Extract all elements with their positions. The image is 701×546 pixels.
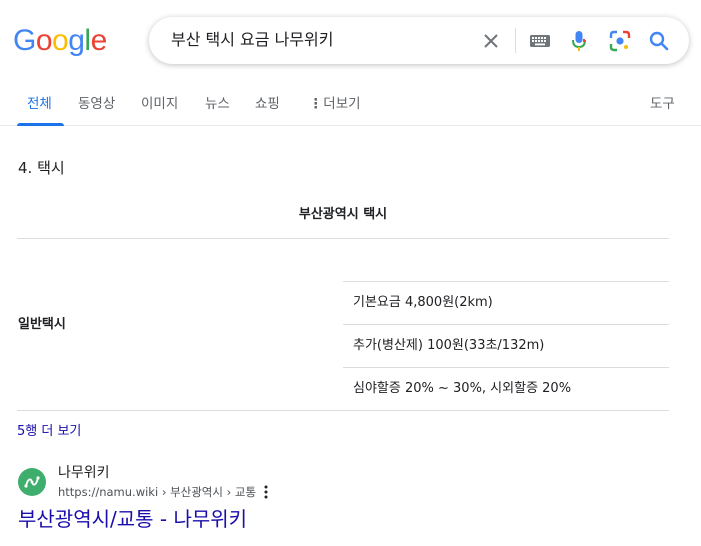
more-rows-link[interactable]: 5행 더 보기 xyxy=(17,424,81,440)
tab-videos[interactable]: 동영상 xyxy=(78,96,115,112)
tab-more[interactable]: ⋮ 더보기 xyxy=(309,96,361,112)
table-cell: 심야할증 20% ~ 30%, 시외할증 20% xyxy=(353,381,572,396)
microphone-icon[interactable] xyxy=(567,29,591,53)
search-input[interactable]: 부산 택시 요금 나무위키 xyxy=(171,31,333,49)
table-cell-divider xyxy=(343,281,669,282)
search-divider xyxy=(515,28,516,53)
logo-letter: G xyxy=(13,24,36,57)
tab-news[interactable]: 뉴스 xyxy=(205,96,230,112)
search-box[interactable]: 부산 택시 요금 나무위키 xyxy=(149,17,689,64)
result-title-link[interactable]: 부산광역시/교통 - 나무위키 xyxy=(18,507,247,531)
lens-icon[interactable] xyxy=(608,29,632,53)
logo-letter: o xyxy=(52,24,69,57)
logo-letter: g xyxy=(68,24,85,57)
clear-icon[interactable] xyxy=(479,29,503,53)
tab-all[interactable]: 전체 xyxy=(27,96,52,112)
result-url[interactable]: https://namu.wiki › 부산광역시 › 교통 xyxy=(58,485,256,499)
table-caption: 부산광역시 택시 xyxy=(298,207,388,222)
result-site-name[interactable]: 나무위키 xyxy=(58,465,110,481)
search-tabs: 전체 동영상 이미지 뉴스 쇼핑 ⋮ 더보기 도구 xyxy=(0,86,701,126)
table-cell-divider xyxy=(343,324,669,325)
namuwiki-favicon[interactable] xyxy=(18,468,46,496)
active-tab-indicator xyxy=(17,123,64,126)
table-bottom-divider xyxy=(17,410,669,411)
logo-letter: o xyxy=(35,24,53,57)
table-cell: 추가(병산제) 100원(33초/132m) xyxy=(353,338,545,353)
google-logo[interactable]: Google xyxy=(13,26,107,56)
logo-letter: e xyxy=(90,24,108,57)
table-divider xyxy=(17,238,669,239)
tab-images[interactable]: 이미지 xyxy=(141,96,178,112)
table-cell-divider xyxy=(343,367,669,368)
more-vert-icon: ⋮ xyxy=(309,96,323,112)
more-options-icon[interactable] xyxy=(261,484,271,500)
table-cell: 기본요금 4,800원(2km) xyxy=(353,295,493,310)
search-icon[interactable] xyxy=(647,29,671,53)
keyboard-icon[interactable] xyxy=(528,29,552,53)
snippet-heading: 4. 택시 xyxy=(18,159,65,177)
tab-shopping[interactable]: 쇼핑 xyxy=(255,96,280,112)
table-row-header: 일반택시 xyxy=(18,317,66,332)
tab-more-label: 더보기 xyxy=(323,96,361,112)
tools-button[interactable]: 도구 xyxy=(650,96,675,112)
